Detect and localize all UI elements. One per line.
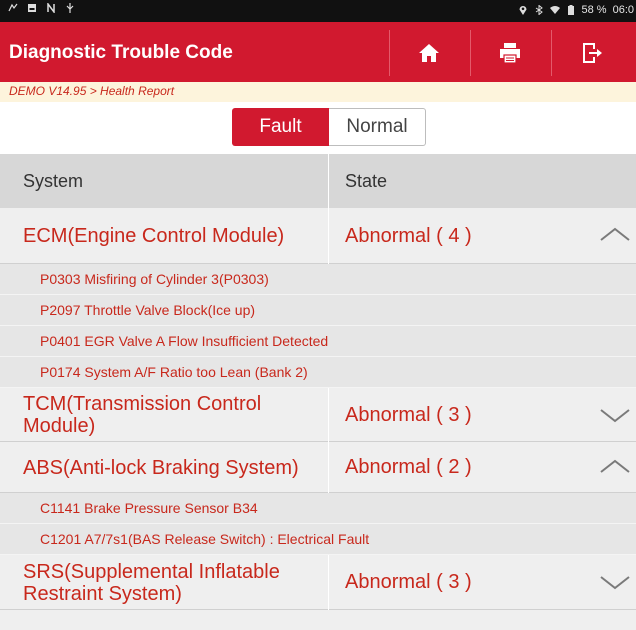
system-row-abs[interactable]: ABS(Anti-lock Braking System) Abnormal (… <box>0 442 636 493</box>
chevron-up-icon[interactable] <box>598 457 632 477</box>
dtc-text: P0401 EGR Valve A Flow Insufficient Dete… <box>40 333 329 349</box>
location-icon <box>519 6 526 15</box>
dtc-item: P0303 Misfiring of Cylinder 3(P0303) <box>0 264 636 295</box>
title-bar: Diagnostic Trouble Code <box>0 22 636 82</box>
system-row-partial[interactable] <box>0 610 636 630</box>
print-button[interactable] <box>470 30 550 76</box>
dtc-text: C1141 Brake Pressure Sensor B34 <box>40 500 258 516</box>
column-divider <box>328 154 329 208</box>
system-name: TCM(Transmission Control Module) <box>23 393 262 437</box>
chevron-down-icon[interactable] <box>598 405 632 425</box>
dtc-item: P0174 System A/F Ratio too Lean (Bank 2) <box>0 357 636 388</box>
system-state: Abnormal ( 2 ) <box>345 456 472 478</box>
chevron-down-icon[interactable] <box>598 572 632 592</box>
page-title: Diagnostic Trouble Code <box>9 42 233 63</box>
column-divider <box>328 555 329 610</box>
breadcrumb-text: DEMO V14.95 > Health Report <box>9 84 175 98</box>
system-row-ecm[interactable]: ECM(Engine Control Module) Abnormal ( 4 … <box>0 208 636 264</box>
dtc-item: C1201 A7/7s1(BAS Release Switch) : Elect… <box>0 524 636 555</box>
exit-button[interactable] <box>551 30 631 76</box>
breadcrumb: DEMO V14.95 > Health Report <box>0 82 636 102</box>
chevron-up-icon[interactable] <box>598 225 632 245</box>
notification-icon <box>8 3 18 12</box>
system-state: Abnormal ( 4 ) <box>345 225 472 247</box>
system-state: Abnormal ( 3 ) <box>345 404 472 426</box>
image-icon <box>28 4 36 12</box>
wifi-icon <box>549 6 560 14</box>
home-icon <box>419 44 439 62</box>
column-divider <box>328 388 329 442</box>
usb-icon <box>66 3 74 13</box>
nfc-icon <box>47 3 55 13</box>
table-header: System State <box>0 154 636 208</box>
system-name: SRS(Supplemental Inflatable Restraint Sy… <box>23 560 280 605</box>
column-divider <box>328 442 329 493</box>
column-divider <box>328 208 329 264</box>
dtc-text: P0174 System A/F Ratio too Lean (Bank 2) <box>40 364 308 380</box>
system-state: Abnormal ( 3 ) <box>345 571 472 593</box>
system-name: ECM(Engine Control Module) <box>23 225 285 247</box>
column-header-state: State <box>345 171 388 191</box>
status-bar: 58 % 06:0 <box>0 0 636 22</box>
fault-filter-button[interactable]: Fault <box>232 108 329 146</box>
battery-percent: 58 % <box>581 4 607 16</box>
dtc-text: C1201 A7/7s1(BAS Release Switch) : Elect… <box>40 531 370 547</box>
dtc-item: C1141 Brake Pressure Sensor B34 <box>0 493 636 524</box>
exit-icon <box>583 43 602 63</box>
dtc-text: P0303 Misfiring of Cylinder 3(P0303) <box>40 271 269 287</box>
system-name: ABS(Anti-lock Braking System) <box>23 456 299 479</box>
normal-filter-button[interactable]: Normal <box>329 108 426 146</box>
printer-icon <box>500 43 520 64</box>
clock: 06:0 <box>612 4 634 16</box>
system-row-srs[interactable]: SRS(Supplemental Inflatable Restraint Sy… <box>0 555 636 610</box>
column-header-system: System <box>23 171 84 191</box>
battery-icon <box>567 5 574 15</box>
dtc-text: P2097 Throttle Valve Block(Ice up) <box>40 302 256 318</box>
home-button[interactable] <box>389 30 469 76</box>
bluetooth-icon <box>535 5 543 15</box>
system-row-tcm[interactable]: TCM(Transmission Control Module) Abnorma… <box>0 388 636 442</box>
dtc-item: P2097 Throttle Valve Block(Ice up) <box>0 295 636 326</box>
dtc-item: P0401 EGR Valve A Flow Insufficient Dete… <box>0 326 636 357</box>
